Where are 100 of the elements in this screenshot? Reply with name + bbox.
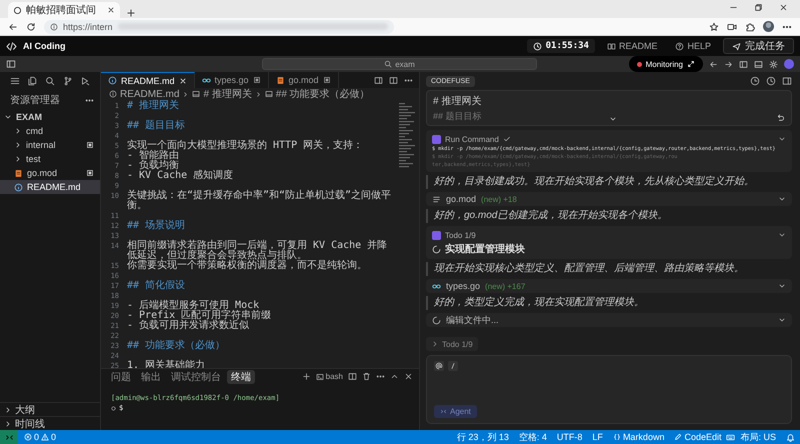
editor-tab[interactable]: go.mod [268, 72, 339, 88]
collapse-icon[interactable] [778, 195, 786, 203]
star-icon[interactable] [709, 22, 719, 32]
menu-icon[interactable] [10, 76, 20, 86]
file-icon [14, 168, 23, 178]
spinner-icon [432, 316, 441, 324]
finish-button[interactable]: 完成任务 [723, 38, 794, 54]
readme-link[interactable]: README [600, 41, 664, 51]
split-icon[interactable] [389, 76, 398, 84]
breadcrumb-item[interactable]: ## 功能要求（必做） [276, 87, 370, 101]
camera-icon[interactable] [727, 22, 737, 32]
panel-tab[interactable]: 输出 [137, 370, 165, 384]
code-line: - 负载均衡 [127, 161, 180, 171]
error-icon [24, 433, 32, 441]
search-icon[interactable] [44, 76, 55, 86]
puzzle-icon[interactable] [745, 22, 755, 32]
editor-tab[interactable]: README.md [101, 72, 195, 88]
panel-tab[interactable]: 调试控制台 [167, 370, 225, 384]
restore-icon[interactable] [754, 3, 763, 12]
clock-icon[interactable] [766, 76, 776, 86]
bell-icon[interactable] [786, 432, 795, 442]
close-icon[interactable] [404, 372, 413, 381]
chat-input[interactable]: Agent [426, 355, 792, 424]
section-header[interactable]: 大纲 [0, 402, 100, 416]
close-icon[interactable] [178, 76, 187, 84]
search-icon [384, 60, 392, 68]
breadcrumb-item[interactable]: # 推理网关 [203, 87, 252, 101]
help-link[interactable]: HELP [669, 41, 717, 51]
problems-button[interactable]: 0 0 [18, 432, 62, 442]
avatar-icon[interactable] [784, 59, 794, 69]
panel-tab[interactable]: 问题 [107, 370, 135, 384]
close-icon[interactable] [107, 6, 115, 14]
timer-text: 01:55:34 [546, 41, 589, 51]
tree-item[interactable]: README.md [0, 180, 100, 194]
tree-item[interactable]: EXAM [0, 110, 100, 124]
panel-title: 资源管理器 [10, 94, 60, 107]
pencil-icon [674, 433, 682, 441]
file-icon [276, 76, 285, 84]
assistant-message: 现在开始实现核心类型定义、配置管理、后端管理、路由策略等模块。 [426, 262, 792, 276]
collapse-icon[interactable] [778, 282, 786, 290]
collapse-icon[interactable] [778, 316, 786, 324]
close-icon[interactable] [779, 3, 788, 12]
sidebar-icon[interactable] [6, 59, 16, 69]
shell-selector[interactable]: bash [316, 372, 343, 381]
tree-item[interactable]: test [0, 152, 100, 166]
tree-item[interactable]: cmd [0, 124, 100, 138]
status-item[interactable]: 布局: US [735, 430, 781, 444]
warning-icon [41, 433, 50, 441]
status-item[interactable]: UTF-8 [552, 432, 588, 442]
todo-icon [432, 230, 441, 240]
split-icon[interactable] [348, 372, 357, 381]
status-item[interactable]: 行 23，列 13 [452, 430, 514, 444]
trash-icon[interactable] [362, 372, 371, 381]
forward-icon[interactable] [724, 60, 733, 68]
command-icon[interactable] [448, 361, 458, 371]
history-icon[interactable] [750, 76, 760, 86]
settings-icon[interactable] [769, 60, 778, 68]
maximize-icon[interactable] [390, 372, 399, 381]
help-icon [675, 42, 684, 50]
new-tab-icon[interactable] [126, 8, 136, 18]
mention-icon[interactable] [434, 361, 444, 371]
info-icon [108, 76, 117, 85]
status-item[interactable]: LF [587, 432, 608, 442]
breadcrumb-item[interactable]: README.md [120, 88, 180, 100]
editor-tab[interactable]: types.go [194, 72, 269, 88]
refresh-icon[interactable] [26, 22, 36, 32]
sidebar-icon[interactable] [782, 76, 792, 86]
monitoring-button[interactable]: Monitoring [628, 56, 703, 72]
source-control-icon[interactable] [62, 76, 73, 86]
tree-item[interactable]: internal [0, 138, 100, 152]
address-field[interactable]: https://intern [44, 20, 394, 34]
chevron-icon[interactable] [609, 115, 617, 123]
search-field[interactable]: exam [262, 58, 537, 70]
avatar-icon[interactable] [763, 21, 774, 32]
collapse-icon[interactable] [778, 231, 786, 239]
collapse-icon[interactable] [778, 135, 786, 143]
mode-button[interactable]: Agent [434, 405, 477, 418]
run-icon[interactable] [80, 76, 90, 86]
files-icon[interactable] [27, 76, 38, 86]
undo-icon[interactable] [776, 113, 785, 122]
panel-bottom-icon[interactable] [754, 60, 763, 68]
status-item[interactable]: Markdown [608, 432, 670, 442]
new-terminal-icon[interactable] [302, 372, 311, 381]
file-change[interactable]: go.mod (new) +18 [426, 192, 792, 206]
remote-button[interactable] [0, 430, 18, 444]
status-item[interactable]: 空格: 4 [514, 430, 552, 444]
panel-left-icon[interactable] [739, 60, 748, 68]
keyboard-icon[interactable] [726, 432, 736, 442]
code-line: ## 简化假设 [127, 281, 186, 291]
preview-icon[interactable] [374, 76, 383, 84]
todo-toggle[interactable]: Todo 1/9 [426, 337, 478, 351]
browser-tab[interactable]: 帕敏招聘面试间 [8, 2, 120, 18]
panel-tab[interactable]: 终端 [227, 370, 255, 384]
goggles-icon [202, 76, 211, 84]
card-title: Todo 1/9 [445, 230, 476, 240]
back-icon[interactable] [709, 60, 718, 68]
status-item[interactable]: CodeEdit [669, 432, 726, 442]
file-change[interactable]: types.go (new) +167 [426, 279, 792, 293]
tree-item[interactable]: go.mod [0, 166, 100, 180]
back-icon[interactable] [8, 22, 18, 32]
